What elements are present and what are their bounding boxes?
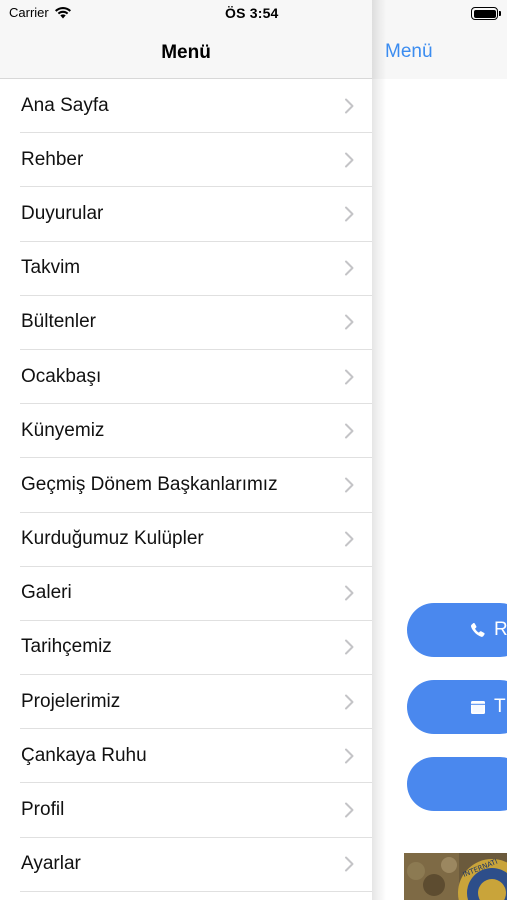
menu-item-ana-sayfa[interactable]: Ana Sayfa <box>20 79 372 134</box>
carrier-label: Carrier <box>9 5 49 20</box>
menu-item-profil[interactable]: Profil <box>20 783 372 838</box>
chevron-right-icon <box>345 152 354 168</box>
menu-item-label: Ana Sayfa <box>21 94 109 116</box>
chevron-right-icon <box>345 531 354 547</box>
menu-item-duyurular[interactable]: Duyurular <box>20 187 372 242</box>
chevron-right-icon <box>345 856 354 872</box>
menu-item-label: Bültenler <box>21 311 96 333</box>
calendar-button-label: T <box>494 696 506 717</box>
status-bar: Carrier ÖS 3:54 <box>0 0 507 28</box>
menu-item-rehber[interactable]: Rehber <box>20 133 372 188</box>
call-button-label: R <box>494 619 507 640</box>
chevron-right-icon <box>345 477 354 493</box>
menu-item-ocakbasi[interactable]: Ocakbaşı <box>20 350 372 405</box>
menu-item-projelerimiz[interactable]: Projelerimiz <box>20 675 372 730</box>
menu-item-label: Projelerimiz <box>21 690 121 712</box>
content-panel: Menü R T INTERNATI <box>372 0 507 900</box>
menu-item-tarihcemiz[interactable]: Tarihçemiz <box>20 621 372 676</box>
calendar-icon <box>471 701 485 714</box>
panel-shadow <box>372 0 386 900</box>
chevron-right-icon <box>345 260 354 276</box>
menu-item-label: Kurduğumuz Kulüpler <box>21 528 204 550</box>
menu-item-label: Rehber <box>21 148 84 170</box>
chevron-right-icon <box>345 206 354 222</box>
rotary-logo-image: INTERNATI <box>404 853 507 900</box>
menu-item-gecmis-donem-baskanlarimiz[interactable]: Geçmiş Dönem Başkanlarımız <box>20 458 372 513</box>
chevron-right-icon <box>345 639 354 655</box>
menu-item-cankaya-ruhu[interactable]: Çankaya Ruhu <box>20 729 372 784</box>
wifi-icon <box>54 7 71 19</box>
menu-item-label: Takvim <box>21 257 81 279</box>
status-time: ÖS 3:54 <box>225 5 279 21</box>
menu-item-label: Ocakbaşı <box>21 365 102 387</box>
chevron-right-icon <box>345 694 354 710</box>
menu-item-bultenler[interactable]: Bültenler <box>20 296 372 350</box>
chevron-right-icon <box>345 802 354 818</box>
carrier-group: Carrier <box>9 5 72 20</box>
menu-item-ayarlar[interactable]: Ayarlar <box>20 838 372 892</box>
menu-item-kunyemiz[interactable]: Künyemiz <box>20 404 372 459</box>
chevron-right-icon <box>345 423 354 439</box>
menu-item-label: Profil <box>21 799 65 821</box>
menu-item-label: Ayarlar <box>21 853 81 875</box>
call-button[interactable]: R <box>407 603 507 657</box>
gallery-thumbnail[interactable]: INTERNATI <box>404 853 507 900</box>
chevron-right-icon <box>345 98 354 114</box>
chevron-right-icon <box>345 585 354 601</box>
menu-item-label: Duyurular <box>21 202 104 224</box>
chevron-right-icon <box>345 748 354 764</box>
menu-item-galeri[interactable]: Galeri <box>20 567 372 621</box>
menu-item-takvim[interactable]: Takvim <box>20 242 372 296</box>
menu-item-label: Künyemiz <box>21 419 105 441</box>
battery-icon <box>471 7 501 20</box>
menu-item-label: Tarihçemiz <box>21 636 112 658</box>
chevron-right-icon <box>345 314 354 330</box>
calendar-button[interactable]: T <box>407 680 507 734</box>
phone-icon <box>470 622 485 637</box>
menu-title: Menü <box>161 42 211 63</box>
action-button[interactable] <box>407 757 507 811</box>
side-menu: Menü Ana Sayfa Rehber Duyurular Takvim Bülte… <box>0 0 372 900</box>
menu-item-kurdugumuz-kulupler[interactable]: Kurduğumuz Kulüpler <box>20 513 372 567</box>
chevron-right-icon <box>345 369 354 385</box>
menu-back-button[interactable]: Menü <box>385 41 433 63</box>
menu-item-label: Geçmiş Dönem Başkanlarımız <box>21 473 278 495</box>
menu-list: Ana Sayfa Rehber Duyurular Takvim Bültenler O… <box>0 79 372 892</box>
menu-item-label: Galeri <box>21 582 72 604</box>
menu-item-label: Çankaya Ruhu <box>21 744 147 766</box>
